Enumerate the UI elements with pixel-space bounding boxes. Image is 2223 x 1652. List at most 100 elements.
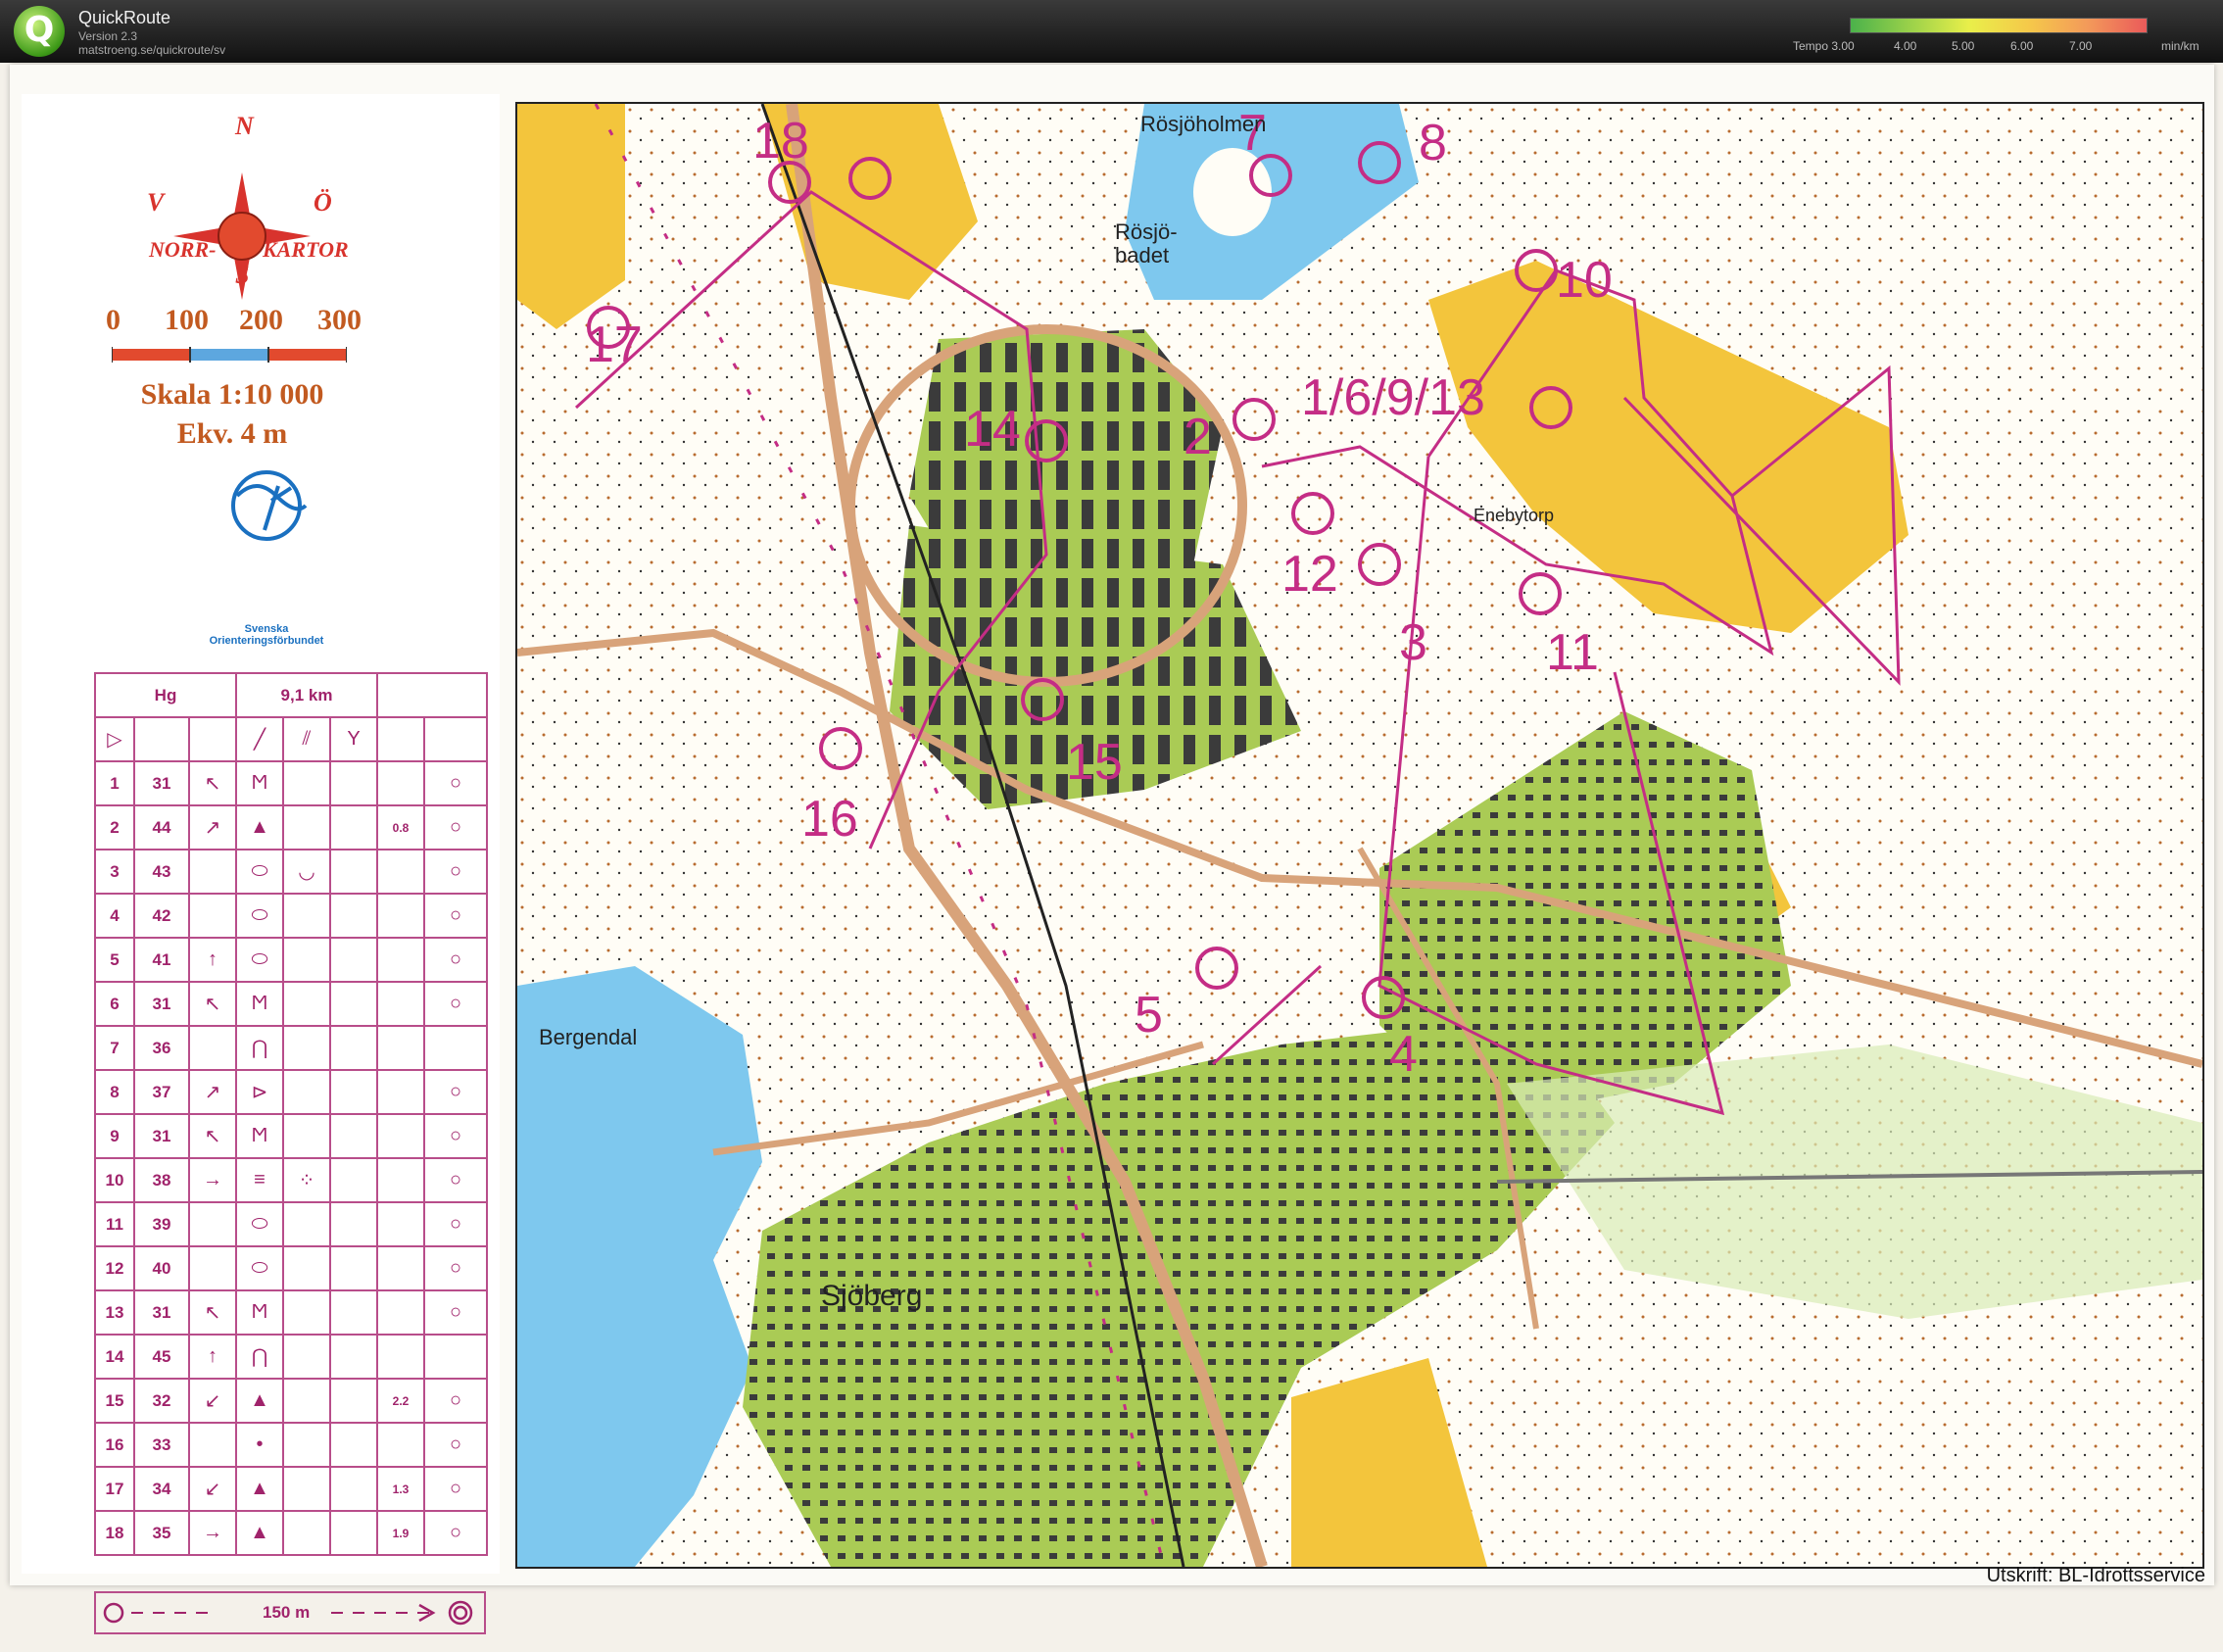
control-number: 6 <box>94 981 135 1027</box>
control-number: 11 <box>94 1201 135 1247</box>
direction-icon: ↖ <box>187 1289 238 1336</box>
control-note: 1.3 <box>376 1466 426 1512</box>
control-number: 3 <box>94 849 135 895</box>
direction-icon <box>187 1201 238 1247</box>
control-note <box>376 1069 426 1115</box>
control-number: 1/6/9/13 <box>1301 369 1485 426</box>
feature-detail-icon <box>282 1466 332 1512</box>
feature-icon: Ϻ <box>235 1113 285 1159</box>
control-location-icon: ○ <box>423 1422 489 1468</box>
control-note <box>376 849 426 895</box>
feature-icon: Ϻ <box>235 760 285 806</box>
direction-icon: ↖ <box>187 981 238 1027</box>
feature-detail-icon <box>282 1025 332 1071</box>
feature-detail-icon <box>282 1378 332 1424</box>
control-code: 34 <box>133 1466 190 1512</box>
direction-icon: ↖ <box>187 1113 238 1159</box>
control-number: 17 <box>94 1466 135 1512</box>
control-code: 41 <box>133 937 190 983</box>
feature-icon: ⋂ <box>235 1025 285 1071</box>
feature-icon: ⬭ <box>235 849 285 895</box>
control-note <box>376 1245 426 1291</box>
control-description-card: Hg 9,1 km ▷ ╱ ⫽ Y 1 31 ↖ Ϻ ○ 2 44 ↗ ▲ 0.8 ○ 3 43 ⬭ ◡ ○ 4… <box>93 672 489 1652</box>
control-note <box>376 1334 426 1380</box>
control-code: 33 <box>133 1422 190 1468</box>
orienteering-map[interactable]: 1/6/9/13 2 3 4 5 7 8 10 11 12 14 15 16 1… <box>515 102 2204 1569</box>
feature-icon: Ϻ <box>235 981 285 1027</box>
control-note <box>376 1289 426 1336</box>
course-length: 9,1 km <box>235 672 379 718</box>
course-class: Hg <box>93 672 238 718</box>
control-note <box>376 1025 426 1071</box>
compass-north: N <box>235 112 254 140</box>
feature-detail-icon: ◡ <box>282 849 332 895</box>
control-location-icon: ○ <box>423 981 489 1027</box>
feature-detail-icon <box>282 893 332 939</box>
control-code: 32 <box>133 1378 190 1424</box>
control-note <box>376 760 426 806</box>
control-location-icon: ○ <box>423 1069 489 1115</box>
feature-icon: ▲ <box>235 804 285 850</box>
control-row: 5 41 ↑ ⬭ ○ <box>94 937 489 983</box>
control-location-icon: ○ <box>423 1378 489 1424</box>
tempo-unit: min/km <box>2161 39 2199 53</box>
control-location-icon: ○ <box>423 1113 489 1159</box>
place-name: Bergendal <box>539 1025 638 1049</box>
dimension <box>329 760 379 806</box>
place-name: Rösjöholmen <box>1140 112 1267 136</box>
brand-norr: NORR- <box>149 237 217 262</box>
control-note: 0.8 <box>376 804 426 850</box>
control-number: 2 <box>1184 409 1212 465</box>
control-number: 5 <box>94 937 135 983</box>
direction-icon <box>187 893 238 939</box>
control-code: 31 <box>133 760 190 806</box>
control-row: 1 31 ↖ Ϻ ○ <box>94 760 489 806</box>
feature-detail-icon <box>282 1334 332 1380</box>
control-number: 18 <box>752 113 809 170</box>
feature-detail-icon <box>282 760 332 806</box>
control-number: 8 <box>1419 115 1447 171</box>
scale-bar <box>112 347 347 363</box>
control-row: 12 40 ⬭ ○ <box>94 1245 489 1291</box>
feature-detail-icon <box>282 1245 332 1291</box>
dimension <box>329 1334 379 1380</box>
control-note <box>376 1201 426 1247</box>
control-row: 6 31 ↖ Ϻ ○ <box>94 981 489 1027</box>
feature-detail-icon <box>282 804 332 850</box>
quickroute-logo-icon: Q <box>14 6 65 57</box>
junction-icon: Y <box>329 716 379 762</box>
direction-icon: → <box>187 1157 238 1203</box>
map-equidistance: Ekv. 4 m <box>176 417 288 450</box>
direction-icon: ↖ <box>187 760 238 806</box>
control-number: 4 <box>1389 1026 1418 1083</box>
feature-detail-icon <box>282 1069 332 1115</box>
app-version: Version 2.3 <box>78 29 138 43</box>
feature-icon: ⬭ <box>235 1201 285 1247</box>
control-code: 37 <box>133 1069 190 1115</box>
finish-distance: 150 m <box>263 1603 311 1622</box>
scale-tick: 0 <box>106 304 121 336</box>
map-scale: Skala 1:10 000 <box>140 378 324 411</box>
control-code: 36 <box>133 1025 190 1071</box>
control-number: 3 <box>1399 614 1427 671</box>
control-number: 13 <box>94 1289 135 1336</box>
control-note <box>376 893 426 939</box>
control-row: 16 33 • ○ <box>94 1422 489 1468</box>
control-code: 40 <box>133 1245 190 1291</box>
dimension <box>329 1466 379 1512</box>
control-number: 4 <box>94 893 135 939</box>
orienteering-federation-logo-icon <box>231 470 308 541</box>
control-number: 10 <box>94 1157 135 1203</box>
control-location-icon <box>423 1025 489 1071</box>
tempo-tick: 5.00 <box>1952 39 1975 53</box>
place-name: Sjöberg <box>821 1280 923 1312</box>
control-number: 7 <box>94 1025 135 1071</box>
control-location-icon: ○ <box>423 760 489 806</box>
app-url[interactable]: matstroeng.se/quickroute/sv <box>78 43 225 57</box>
control-code: 39 <box>133 1201 190 1247</box>
feature-detail-icon <box>282 981 332 1027</box>
direction-icon: ↙ <box>187 1378 238 1424</box>
control-number: 5 <box>1135 987 1163 1044</box>
control-location-icon: ○ <box>423 1289 489 1336</box>
feature-detail-icon <box>282 937 332 983</box>
